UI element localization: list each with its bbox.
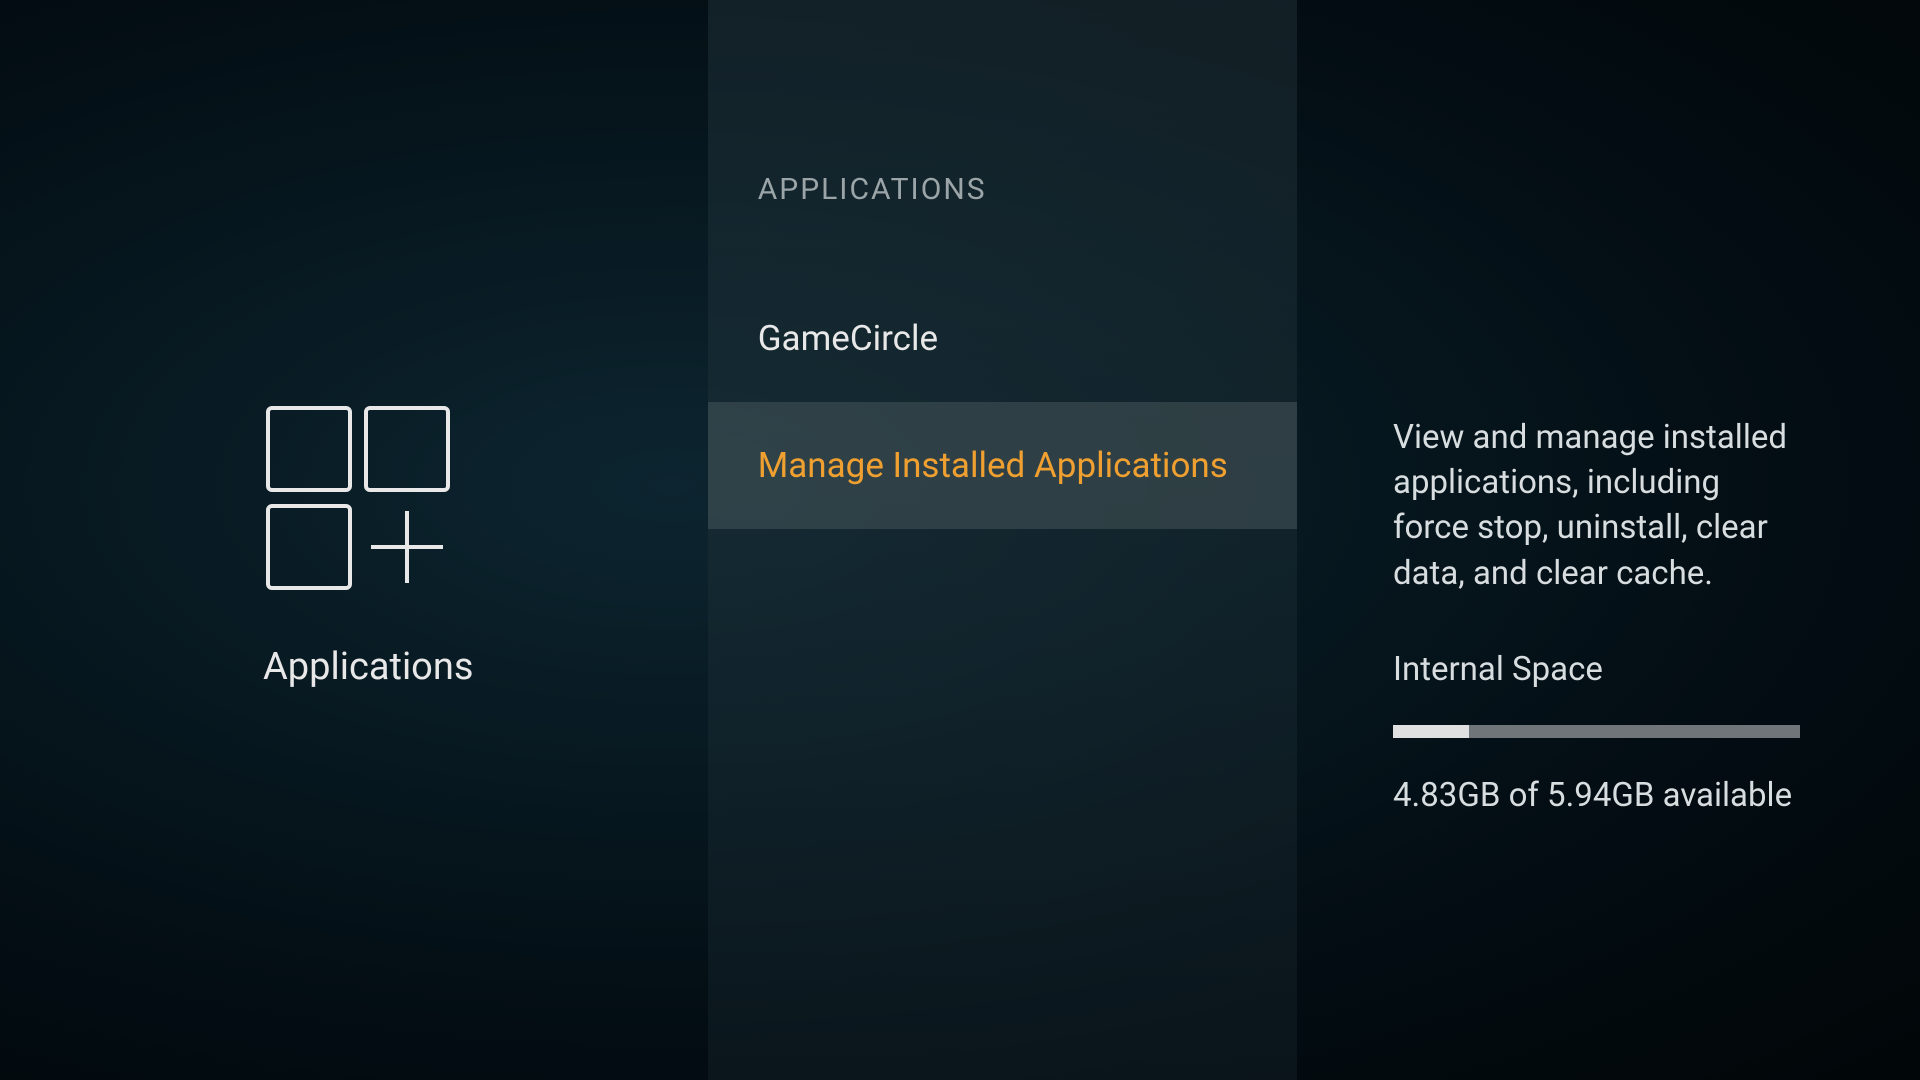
category-panel: Applications (0, 0, 708, 1080)
menu-item-manage-installed-applications[interactable]: Manage Installed Applications (708, 402, 1297, 529)
details-panel: View and manage installed applications, … (1297, 0, 1920, 1080)
storage-label: Internal Space (1393, 650, 1800, 689)
section-header: APPLICATIONS (708, 172, 1297, 207)
storage-progress-fill (1393, 725, 1469, 738)
storage-progress-bar (1393, 725, 1800, 738)
menu-panel: APPLICATIONS GameCircle Manage Installed… (708, 0, 1297, 1080)
menu-item-gamecircle[interactable]: GameCircle (708, 275, 1297, 402)
category-title: Applications (263, 645, 473, 689)
item-description: View and manage installed applications, … (1393, 415, 1800, 596)
storage-available-text: 4.83GB of 5.94GB available (1393, 776, 1800, 815)
apps-grid-icon (263, 403, 453, 597)
